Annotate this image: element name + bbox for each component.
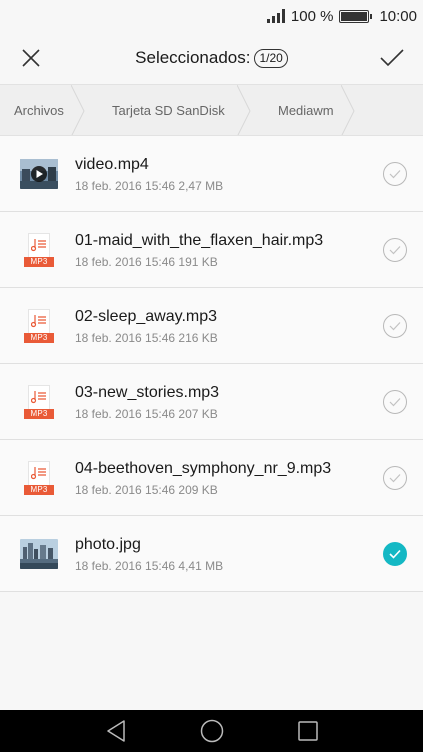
checkmark-icon	[389, 474, 401, 483]
file-meta: 18 feb. 2016 15:46 207 KB	[75, 406, 218, 421]
checkmark-icon	[389, 398, 401, 407]
file-meta: 18 feb. 2016 15:46 4,41 MB	[75, 558, 224, 573]
file-meta: 18 feb. 2016 15:46 191 KB	[75, 254, 218, 269]
file-name: 01-maid_with_the_flaxen_hair.mp3	[75, 231, 324, 249]
battery-icon	[339, 9, 373, 23]
close-icon	[22, 49, 40, 67]
checkmark-icon	[389, 549, 401, 559]
file-name: 03-new_stories.mp3	[75, 383, 220, 401]
breadcrumb-item-tarjeta-sd[interactable]: Tarjeta SD SanDisk	[84, 85, 251, 135]
file-name: photo.jpg	[75, 535, 141, 553]
mp3-file-icon: MP3	[20, 459, 58, 497]
clock: 10:00	[379, 7, 417, 25]
select-checkbox[interactable]	[383, 162, 407, 186]
close-button[interactable]	[18, 45, 44, 71]
file-row-mp3[interactable]: MP3 04-beethoven_symphony_nr_9.mp3 18 fe…	[0, 440, 423, 516]
page-title: Seleccionados: 1/20	[135, 48, 288, 68]
chevron-separator-icon	[341, 85, 355, 135]
file-name: 04-beethoven_symphony_nr_9.mp3	[75, 459, 332, 477]
file-row-photo-jpg[interactable]: photo.jpg 18 feb. 2016 15:46 4,41 MB	[0, 516, 423, 592]
checkmark-icon	[389, 170, 401, 179]
file-row-mp3[interactable]: MP3 02-sleep_away.mp3 18 feb. 2016 15:46…	[0, 288, 423, 364]
file-list: video.mp4 18 feb. 2016 15:46 2,47 MB MP3…	[0, 136, 423, 592]
status-bar: 100 % 10:00	[0, 0, 423, 32]
file-row-mp3[interactable]: MP3 03-new_stories.mp3 18 feb. 2016 15:4…	[0, 364, 423, 440]
file-meta: 18 feb. 2016 15:46 216 KB	[75, 330, 218, 345]
mp3-file-icon: MP3	[20, 307, 58, 345]
select-checkbox[interactable]	[383, 238, 407, 262]
select-checkbox[interactable]	[383, 466, 407, 490]
checkmark-icon	[380, 49, 404, 67]
back-triangle-icon	[106, 720, 125, 742]
file-row-video-mp4[interactable]: video.mp4 18 feb. 2016 15:46 2,47 MB	[0, 136, 423, 212]
chevron-separator-icon	[237, 85, 251, 135]
signal-icon	[266, 9, 285, 23]
video-thumbnail	[20, 155, 58, 193]
checkmark-icon	[389, 246, 401, 255]
mp3-file-icon: MP3	[20, 383, 58, 421]
file-meta: 18 feb. 2016 15:46 209 KB	[75, 482, 218, 497]
home-button[interactable]	[200, 719, 224, 743]
selection-header: Seleccionados: 1/20	[0, 32, 423, 84]
file-name: 02-sleep_away.mp3	[75, 307, 218, 325]
system-nav-bar	[0, 710, 423, 752]
select-checkbox[interactable]	[383, 390, 407, 414]
breadcrumb-item-archivos[interactable]: Archivos	[0, 85, 85, 135]
recents-square-icon	[297, 721, 318, 741]
breadcrumb-item-mediawm[interactable]: Mediawm	[250, 85, 355, 135]
image-thumbnail	[20, 535, 58, 573]
back-button[interactable]	[104, 719, 128, 743]
file-name: video.mp4	[75, 155, 149, 173]
selection-count-badge: 1/20	[254, 48, 288, 68]
breadcrumb: Archivos Tarjeta SD SanDisk Mediawm	[0, 84, 423, 136]
file-row-mp3[interactable]: MP3 01-maid_with_the_flaxen_hair.mp3 18 …	[0, 212, 423, 288]
battery-percentage: 100 %	[290, 7, 334, 25]
confirm-button[interactable]	[379, 45, 405, 71]
select-checkbox[interactable]	[383, 314, 407, 338]
select-checkbox-checked[interactable]	[383, 542, 407, 566]
checkmark-icon	[389, 322, 401, 331]
chevron-separator-icon	[71, 85, 85, 135]
recents-button[interactable]	[296, 719, 320, 743]
mp3-file-icon: MP3	[20, 231, 58, 269]
title-label: Seleccionados:	[135, 48, 251, 67]
home-circle-icon	[200, 719, 223, 743]
file-meta: 18 feb. 2016 15:46 2,47 MB	[75, 178, 224, 193]
